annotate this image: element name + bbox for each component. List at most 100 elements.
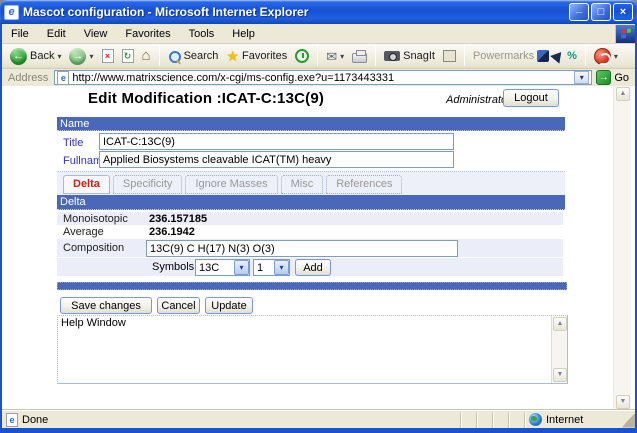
mail-button[interactable]: ✉ ▾ [322, 48, 348, 65]
help-window-scrollbar[interactable]: ▲ ▼ [551, 316, 567, 383]
maximize-button[interactable]: □ [591, 3, 611, 21]
minimize-button[interactable]: _ [569, 3, 589, 21]
powermarks-label: Powermarks [472, 50, 535, 62]
average-label: Average [63, 226, 104, 238]
go-button[interactable]: → Go [592, 70, 633, 85]
monoisotopic-label: Monoisotopic [63, 213, 128, 225]
back-dropdown-icon[interactable]: ▾ [57, 52, 61, 61]
average-value: 236.1942 [149, 226, 195, 238]
maximize-icon: □ [597, 6, 605, 18]
title-input[interactable] [99, 133, 454, 150]
tab-delta[interactable]: Delta [63, 175, 110, 194]
ie-logo-icon: e [4, 4, 19, 20]
address-dropdown-icon[interactable]: ▾ [574, 71, 590, 84]
toolbar-separator [463, 46, 465, 66]
refresh-button[interactable]: ↻ [118, 47, 138, 65]
powermarks-toolbar[interactable]: Powermarks % [469, 48, 581, 64]
status-cell [476, 411, 492, 428]
menu-tools[interactable]: Tools [180, 26, 224, 42]
update-button[interactable]: Update [205, 297, 253, 314]
history-button[interactable] [291, 47, 313, 65]
scroll-down-icon[interactable]: ▼ [553, 368, 567, 382]
forward-button[interactable]: → ▾ [65, 46, 97, 67]
menu-bar: File Edit View Favorites Tools Help [2, 24, 635, 44]
print-button[interactable] [348, 48, 371, 65]
count-select-value: 1 [257, 261, 264, 274]
back-button[interactable]: ← Back ▾ [6, 46, 65, 67]
delta-section-header: Delta [57, 195, 565, 210]
status-cell [492, 411, 508, 428]
count-select-chevron-down-icon[interactable]: ▾ [274, 260, 289, 275]
address-label: Address [8, 71, 49, 84]
refresh-icon: ↻ [121, 49, 134, 63]
address-url[interactable]: http://www.matrixscience.com/x-cgi/ms-co… [72, 72, 571, 84]
composition-input[interactable] [146, 240, 458, 257]
tab-ignore-masses[interactable]: Ignore Masses [185, 175, 278, 194]
cancel-button[interactable]: Cancel [157, 297, 200, 314]
acrobat-dropdown-icon[interactable]: ▾ [614, 52, 618, 61]
save-changes-button[interactable]: Save changes [60, 297, 152, 314]
home-button[interactable]: ⌂ [138, 47, 155, 65]
menu-help[interactable]: Help [223, 26, 264, 42]
help-window-text: Help Window [61, 317, 126, 329]
tab-references[interactable]: References [326, 175, 403, 194]
logout-button[interactable]: Logout [503, 89, 559, 107]
page-scrollbar[interactable]: ▲ ▼ [613, 86, 631, 410]
status-text: Done [22, 413, 49, 426]
symbol-select[interactable]: 13C ▾ [195, 259, 250, 276]
toolbar-separator [158, 46, 160, 66]
powermarks-flag-icon[interactable] [550, 48, 566, 64]
toolbar-separator [317, 46, 319, 66]
menu-favorites[interactable]: Favorites [116, 26, 179, 42]
snagit-settings-button[interactable] [439, 48, 460, 64]
average-row: Average 236.1942 [57, 225, 563, 238]
favorites-button[interactable]: ★ Favorites [222, 48, 291, 65]
symbol-select-value: 13C [199, 261, 220, 274]
symbol-select-chevron-down-icon[interactable]: ▾ [234, 260, 249, 275]
monoisotopic-row: Monoisotopic 236.157185 [57, 212, 563, 225]
close-button[interactable]: × [613, 3, 633, 21]
home-icon: ⌂ [141, 47, 151, 64]
snagit-camera-icon [384, 51, 401, 61]
count-select[interactable]: 1 ▾ [253, 259, 290, 276]
status-bar: e Done Internet [2, 410, 635, 428]
menu-file[interactable]: File [2, 26, 38, 42]
page-scroll-down-icon[interactable]: ▼ [616, 395, 630, 409]
snagit-window-icon [442, 50, 456, 62]
acrobat-button[interactable]: ▾ [590, 46, 622, 67]
powermarks-icon[interactable] [537, 50, 550, 62]
toolbar-separator [375, 46, 377, 66]
menu-view[interactable]: View [75, 26, 117, 42]
mail-dropdown-icon[interactable]: ▾ [340, 52, 344, 61]
mail-icon: ✉ [326, 48, 338, 64]
scroll-up-icon[interactable]: ▲ [553, 317, 567, 331]
forward-dropdown-icon[interactable]: ▾ [89, 52, 93, 61]
monoisotopic-value: 236.157185 [149, 213, 208, 225]
powermarks-percent-icon[interactable]: % [567, 50, 577, 62]
name-section-header: Name [57, 117, 565, 131]
composition-label[interactable]: Composition [63, 242, 124, 254]
tab-misc[interactable]: Misc [280, 175, 324, 194]
address-page-icon: e [57, 70, 70, 85]
done-page-icon: e [6, 412, 18, 427]
snagit-button[interactable]: SnagIt [380, 48, 439, 64]
search-button[interactable]: Search [164, 48, 223, 65]
close-icon: × [619, 6, 627, 18]
tab-specificity[interactable]: Specificity [112, 175, 183, 194]
add-button[interactable]: Add [295, 259, 331, 276]
address-input[interactable]: e http://www.matrixscience.com/x-cgi/ms-… [54, 70, 593, 85]
fullname-input[interactable] [99, 151, 454, 168]
status-cell [460, 411, 476, 428]
print-icon [352, 49, 368, 63]
address-bar: Address e http://www.matrixscience.com/x… [2, 69, 635, 86]
page-scroll-up-icon[interactable]: ▲ [616, 87, 630, 101]
acrobat-icon [593, 47, 611, 65]
history-clock-icon [295, 49, 310, 63]
minimize-icon: _ [575, 2, 583, 14]
title-field-label[interactable]: Title [63, 137, 83, 149]
stop-button[interactable]: × [98, 47, 118, 65]
help-window[interactable]: Help Window ▲ ▼ [57, 315, 568, 384]
resize-grip[interactable] [622, 411, 635, 428]
forward-icon: → [69, 47, 87, 65]
menu-edit[interactable]: Edit [38, 26, 75, 42]
